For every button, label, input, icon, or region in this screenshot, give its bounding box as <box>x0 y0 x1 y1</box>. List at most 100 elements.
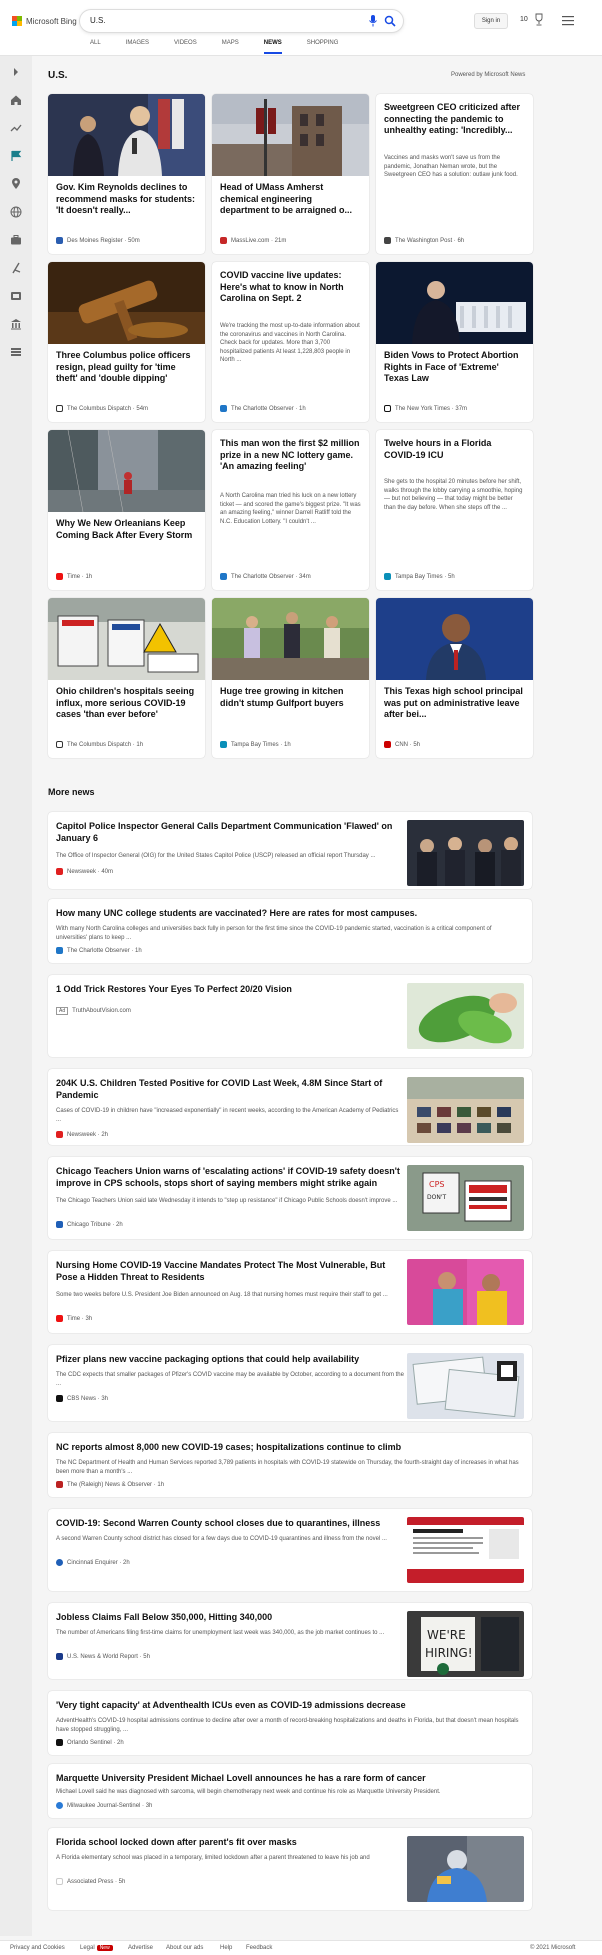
ad-label: Ad <box>56 1007 69 1015</box>
news-card[interactable]: Biden Vows to Protect Abortion Rights in… <box>376 262 533 422</box>
legal-link[interactable]: Legal New <box>80 1945 113 1951</box>
new-badge: New <box>96 1945 113 1951</box>
help-link[interactable]: Help <box>220 1945 232 1951</box>
news-card[interactable]: Three Columbus police officers resign, p… <box>48 262 205 422</box>
news-title[interactable]: Capitol Police Inspector General Calls D… <box>56 820 404 844</box>
news-list-item[interactable]: Marquette University President Michael L… <box>48 1764 532 1818</box>
news-list-item[interactable]: NC reports almost 8,000 new COVID-19 cas… <box>48 1433 532 1497</box>
news-list-item[interactable]: Florida school locked down after parent'… <box>48 1828 532 1910</box>
source-logo-icon <box>56 1802 63 1809</box>
card-title[interactable]: Huge tree growing in kitchen didn't stum… <box>220 686 361 709</box>
globe-icon[interactable] <box>10 206 22 218</box>
page-title: U.S. <box>48 70 68 81</box>
news-card[interactable]: COVID vaccine live updates: Here's what … <box>212 262 369 422</box>
news-card[interactable]: This man won the first $2 million prize … <box>212 430 369 590</box>
news-list-item-ad[interactable]: 1 Odd Trick Restores Your Eyes To Perfec… <box>48 975 532 1057</box>
politics-icon[interactable] <box>10 318 22 330</box>
news-list-item[interactable]: How many UNC college students are vaccin… <box>48 899 532 963</box>
news-card[interactable]: Twelve hours in a Florida COVID-19 ICU S… <box>376 430 533 590</box>
advertise-link[interactable]: Advertise <box>128 1945 153 1951</box>
news-list-item[interactable]: 204K U.S. Children Tested Positive for C… <box>48 1069 532 1145</box>
news-list-item[interactable]: Jobless Claims Fall Below 350,000, Hitti… <box>48 1603 532 1679</box>
news-card[interactable]: Head of UMass Amherst chemical engineeri… <box>212 94 369 254</box>
microphone-icon[interactable] <box>368 15 378 27</box>
source-logo-icon <box>56 1653 63 1660</box>
news-card[interactable]: Huge tree growing in kitchen didn't stum… <box>212 598 369 758</box>
tab-images[interactable]: IMAGES <box>126 40 160 54</box>
card-title[interactable]: This man won the first $2 million prize … <box>220 438 361 473</box>
source-text: The Charlotte Observer · 34m <box>231 573 311 580</box>
card-title[interactable]: This Texas high school principal was put… <box>384 686 525 721</box>
source-logo-icon <box>56 1315 63 1322</box>
news-title[interactable]: Nursing Home COVID-19 Vaccine Mandates P… <box>56 1259 404 1283</box>
feedback-link[interactable]: Feedback <box>246 1945 272 1951</box>
card-title[interactable]: Head of UMass Amherst chemical engineeri… <box>220 182 361 217</box>
news-card[interactable]: This Texas high school principal was put… <box>376 598 533 758</box>
location-pin-icon[interactable] <box>10 178 22 190</box>
tab-shopping[interactable]: SHOPPING <box>307 40 350 54</box>
tab-all[interactable]: ALL <box>90 40 112 54</box>
news-list-item[interactable]: 'Very tight capacity' at Adventhealth IC… <box>48 1691 532 1755</box>
news-card[interactable]: Sweetgreen CEO criticized after connecti… <box>376 94 533 254</box>
privacy-link[interactable]: Privacy and Cookies <box>10 1945 65 1951</box>
news-title[interactable]: NC reports almost 8,000 new COVID-19 cas… <box>56 1441 524 1453</box>
sign-in-button[interactable]: Sign in <box>474 13 508 29</box>
search-input[interactable]: U.S. <box>80 10 403 32</box>
rewards-points[interactable]: 10 <box>520 16 528 23</box>
search-query[interactable]: U.S. <box>90 16 106 25</box>
news-card[interactable]: Gov. Kim Reynolds declines to recommend … <box>48 94 205 254</box>
news-snippet: AdventHealth's COVID-19 hospital admissi… <box>56 1718 519 1733</box>
source-logo-icon <box>56 868 63 875</box>
card-title[interactable]: Ohio children's hospitals seeing influx,… <box>56 686 197 721</box>
news-list-item[interactable]: Nursing Home COVID-19 Vaccine Mandates P… <box>48 1251 532 1333</box>
card-title[interactable]: COVID vaccine live updates: Here's what … <box>220 270 361 305</box>
more-categories-icon[interactable] <box>10 346 22 358</box>
news-list-item[interactable]: Pfizer plans new vaccine packaging optio… <box>48 1345 532 1421</box>
news-list-item[interactable]: COVID-19: Second Warren County school cl… <box>48 1509 532 1591</box>
hamburger-menu-icon[interactable] <box>562 16 574 26</box>
news-title[interactable]: Chicago Teachers Union warns of 'escalat… <box>56 1165 404 1189</box>
card-title[interactable]: Twelve hours in a Florida COVID-19 ICU <box>384 438 525 461</box>
card-title[interactable]: Gov. Kim Reynolds declines to recommend … <box>56 182 197 217</box>
news-title[interactable]: Jobless Claims Fall Below 350,000, Hitti… <box>56 1611 404 1623</box>
trending-icon[interactable] <box>10 122 22 134</box>
news-title[interactable]: Pfizer plans new vaccine packaging optio… <box>56 1353 404 1365</box>
entertainment-icon[interactable] <box>10 290 22 302</box>
business-icon[interactable] <box>10 234 22 246</box>
tab-videos[interactable]: VIDEOS <box>174 40 208 54</box>
flag-icon[interactable] <box>10 150 22 162</box>
news-card[interactable]: Why We New Orleanians Keep Coming Back A… <box>48 430 205 590</box>
science-icon[interactable] <box>10 262 22 274</box>
legal-link-text[interactable]: Legal <box>80 1945 95 1951</box>
news-source: Chicago Tribune · 2h <box>56 1221 123 1228</box>
source-text: U.S. News & World Report · 5h <box>67 1653 150 1660</box>
card-title[interactable]: Sweetgreen CEO criticized after connecti… <box>384 102 525 137</box>
tab-news[interactable]: NEWS <box>263 40 293 54</box>
news-title[interactable]: 204K U.S. Children Tested Positive for C… <box>56 1077 404 1101</box>
news-snippet: The Office of Inspector General (OIG) fo… <box>56 853 376 859</box>
news-image <box>407 983 524 1049</box>
card-title[interactable]: Biden Vows to Protect Abortion Rights in… <box>384 350 525 385</box>
news-card[interactable]: Ohio children's hospitals seeing influx,… <box>48 598 205 758</box>
search-icon[interactable] <box>384 15 396 27</box>
source-text: Tampa Bay Times · 1h <box>231 741 291 748</box>
bing-logo[interactable]: Microsoft Bing <box>12 16 77 26</box>
expand-chevron-icon[interactable] <box>10 66 22 78</box>
rewards-trophy-icon[interactable] <box>533 13 545 27</box>
news-title[interactable]: Florida school locked down after parent'… <box>56 1836 404 1848</box>
news-title[interactable]: How many UNC college students are vaccin… <box>56 907 524 919</box>
card-title[interactable]: Why We New Orleanians Keep Coming Back A… <box>56 518 197 541</box>
news-title[interactable]: Marquette University President Michael L… <box>56 1772 524 1784</box>
card-title[interactable]: Three Columbus police officers resign, p… <box>56 350 197 385</box>
news-image <box>407 1353 524 1419</box>
card-image <box>376 598 533 680</box>
news-list-item[interactable]: Capitol Police Inspector General Calls D… <box>48 812 532 889</box>
home-icon[interactable] <box>10 94 22 106</box>
news-list-item[interactable]: Chicago Teachers Union warns of 'escalat… <box>48 1157 532 1239</box>
source-text: The (Raleigh) News & Observer · 1h <box>67 1481 165 1488</box>
news-title[interactable]: COVID-19: Second Warren County school cl… <box>56 1517 404 1529</box>
news-title[interactable]: 'Very tight capacity' at Adventhealth IC… <box>56 1699 524 1711</box>
about-ads-link[interactable]: About our ads <box>166 1945 203 1951</box>
tab-maps[interactable]: MAPS <box>222 40 250 54</box>
news-title[interactable]: 1 Odd Trick Restores Your Eyes To Perfec… <box>56 983 404 995</box>
